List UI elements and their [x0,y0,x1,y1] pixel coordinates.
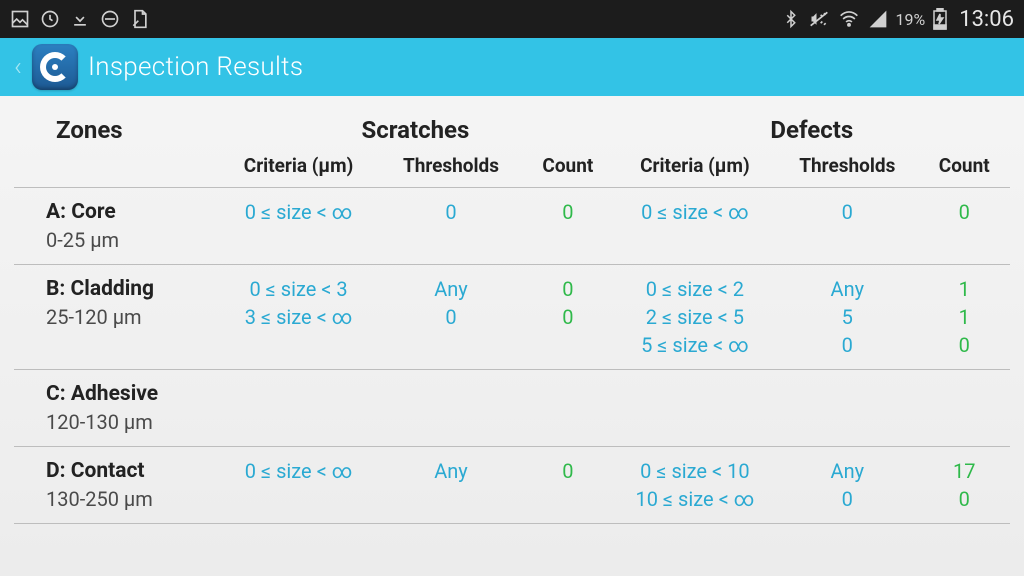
image-icon [10,9,30,29]
document-icon [130,9,150,29]
count-value: 0 [522,447,613,486]
count-value: 0 [918,331,1010,370]
app-logo-icon[interactable] [32,44,78,90]
table-row: B: Cladding25-120 µm0 ≤ size < 3Any00 ≤ … [14,265,1010,304]
zone-cell: D: Contact 130-250 µm [14,447,217,524]
app-header: ‹ Inspection Results [0,38,1024,96]
col-criteria: Criteria (µm) [614,148,777,188]
count-value: 0 [522,188,613,265]
count-value: 17 [918,447,1010,486]
vibrate-mute-icon [808,9,830,29]
zone-range: 130-250 µm [46,487,213,511]
zone-name: A: Core [46,200,213,224]
signal-icon [868,9,888,29]
threshold-value: 0 [776,485,918,524]
threshold-value: Any [776,447,918,486]
count-value: 1 [918,303,1010,331]
threshold-value: 0 [380,188,522,265]
results-table-container: Zones Scratches Defects Criteria (µm) Th… [0,96,1024,524]
threshold-value: 5 [776,303,918,331]
bluetooth-icon [782,9,800,29]
col-count: Count [918,148,1010,188]
criteria-value: 0 ≤ size < 2 [614,265,777,304]
criteria-value: 5 ≤ size < ∞ [614,331,777,370]
col-count: Count [522,148,613,188]
wifi-icon [838,9,860,29]
zone-cell: B: Cladding 25-120 µm [14,265,217,370]
criteria-value: 0 ≤ size < ∞ [217,188,380,265]
col-thresholds: Thresholds [776,148,918,188]
zone-name: B: Cladding [46,277,213,301]
criteria-value: 0 ≤ size < ∞ [614,188,777,265]
do-not-disturb-icon [100,9,120,29]
col-zones: Zones [14,114,217,148]
battery-charging-icon [933,8,947,30]
zone-group: D: Contact130-250 µm0 ≤ size < ∞Any00 ≤ … [14,447,1010,524]
count-value: 0 [522,303,613,331]
count-value: 0 [522,265,613,304]
page-title: Inspection Results [88,52,303,82]
zone-range: 0-25 µm [46,228,213,252]
zone-cell: A: Core 0-25 µm [14,188,217,265]
col-criteria: Criteria (µm) [217,148,380,188]
zone-range: 120-130 µm [46,410,213,434]
zone-group: A: Core0-25 µm0 ≤ size < ∞000 ≤ size < ∞… [14,188,1010,265]
back-button[interactable]: ‹ [8,52,28,82]
criteria-value: 2 ≤ size < 5 [614,303,777,331]
threshold-value: 0 [380,303,522,331]
battery-percent: 19% [896,10,926,29]
criteria-value: 10 ≤ size < ∞ [614,485,777,524]
zone-name: C: Adhesive [46,382,213,406]
threshold-value: Any [380,447,522,486]
table-row: A: Core0-25 µm0 ≤ size < ∞000 ≤ size < ∞… [14,188,1010,265]
count-value: 1 [918,265,1010,304]
criteria-value: 3 ≤ size < ∞ [217,303,380,331]
criteria-value: 0 ≤ size < 10 [614,447,777,486]
count-value: 0 [918,485,1010,524]
col-defects: Defects [614,114,1010,148]
zone-cell: C: Adhesive 120-130 µm [14,370,217,447]
count-value: 0 [918,188,1010,265]
table-row: D: Contact130-250 µm0 ≤ size < ∞Any00 ≤ … [14,447,1010,486]
criteria-value: 0 ≤ size < ∞ [217,447,380,486]
col-scratches: Scratches [217,114,613,148]
table-row: C: Adhesive 120-130 µm [14,370,1010,447]
zone-group: B: Cladding25-120 µm0 ≤ size < 3Any00 ≤ … [14,265,1010,370]
running-icon [40,9,60,29]
col-thresholds: Thresholds [380,148,522,188]
threshold-value: 0 [776,188,918,265]
zone-range: 25-120 µm [46,305,213,329]
download-icon [70,9,90,29]
threshold-value: 0 [776,331,918,370]
inspection-results-table: Zones Scratches Defects Criteria (µm) Th… [14,114,1010,524]
threshold-value: Any [776,265,918,304]
android-status-bar: 19% 13:06 [0,0,1024,38]
threshold-value: Any [380,265,522,304]
clock-text: 13:06 [959,7,1014,32]
zone-name: D: Contact [46,459,213,483]
zone-group: C: Adhesive 120-130 µm [14,370,1010,447]
criteria-value: 0 ≤ size < 3 [217,265,380,304]
